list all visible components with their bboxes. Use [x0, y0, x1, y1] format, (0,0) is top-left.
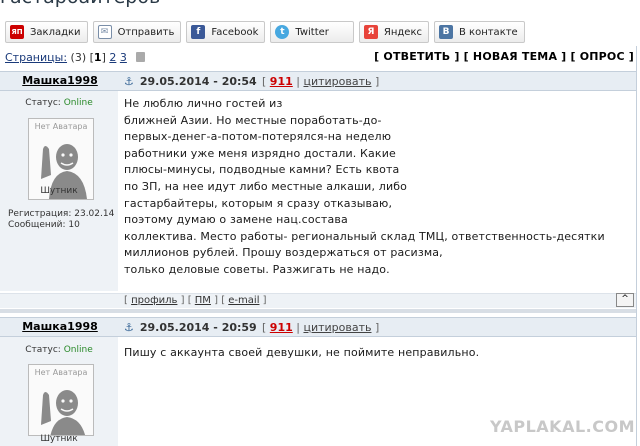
facebook-icon: f — [191, 25, 206, 39]
post-footer-links: [ профиль ] [ ПМ ] [ e-mail ] — [124, 295, 267, 306]
user-registration: Регистрация: 23.02.14 Сообщений: 10 — [8, 209, 115, 230]
post-header: Машка1998 ⚓ 29.05.2014 - 20:54 [ 911 | ци… — [0, 71, 636, 91]
bookmarks-button[interactable]: ЯП Закладки — [5, 21, 88, 43]
username-link[interactable]: Машка1998 — [0, 320, 120, 333]
post-header-links: [ 911 | цитировать ] — [262, 321, 380, 334]
rating-link[interactable]: 911 — [270, 75, 293, 88]
vkontakte-button[interactable]: BВ контакте — [434, 21, 525, 43]
post-footer: [ профиль ] [ ПМ ] [ e-mail ] ^ — [0, 293, 636, 308]
profile-link[interactable]: профиль — [131, 295, 177, 306]
pm-link[interactable]: ПМ — [195, 295, 211, 306]
twitter-icon: t — [275, 25, 290, 39]
scroll-top-button[interactable]: ^ — [616, 293, 634, 307]
vk-icon: B — [439, 25, 453, 39]
right-border — [636, 46, 637, 446]
page-link-3[interactable]: 3 — [120, 51, 127, 64]
avatar: Нет Аватара — [28, 364, 94, 436]
email-link[interactable]: e-mail — [228, 295, 259, 306]
user-status: Статус: Online — [25, 345, 93, 355]
anchor-icon[interactable]: ⚓ — [124, 75, 134, 88]
facebook-button[interactable]: f Facebook — [186, 21, 266, 43]
post-body: Не люблю лично гостей из ближней Азии. Н… — [124, 97, 605, 276]
post-body: Пишу с аккаунта своей девушки, не поймит… — [124, 346, 480, 359]
watermark: YAPLAKAL.COM — [489, 417, 635, 436]
quote-link[interactable]: цитировать — [303, 75, 371, 88]
post-header-links: [ 911 | цитировать ] — [262, 75, 380, 88]
yandex-button[interactable]: Я Яндекс — [358, 21, 429, 43]
pages-label-link[interactable]: Страницы: — [5, 51, 67, 64]
post-date: ⚓ 29.05.2014 - 20:54 — [124, 75, 257, 88]
share-bar: ЯП Закладки ✉ Отправить f Facebook t Twitter… — [5, 21, 525, 45]
mail-icon: ✉ — [97, 25, 112, 39]
quote-link[interactable]: цитировать — [303, 321, 371, 334]
avatar-figure-icon — [41, 390, 86, 435]
page-link-2[interactable]: 2 — [109, 51, 116, 64]
user-status: Статус: Online — [25, 98, 93, 108]
pagination: Страницы: (3) [1] 2 3 — [5, 51, 146, 64]
anchor-icon[interactable]: ⚓ — [124, 321, 134, 334]
pages-total: (3) — [70, 51, 87, 64]
thread-actions[interactable]: [ ОТВЕТИТЬ ] [ НОВАЯ ТЕМА ] [ ОПРОС ] — [374, 50, 634, 63]
user-rank: Шутник — [40, 434, 78, 444]
send-button[interactable]: ✉ Отправить — [92, 21, 182, 43]
yap-icon: ЯП — [10, 25, 24, 39]
thread-title: гастарбайтеров — [0, 0, 160, 8]
username-link[interactable]: Машка1998 — [0, 74, 120, 87]
post-header: Машка1998 ⚓ 29.05.2014 - 20:59 [ 911 | ци… — [0, 317, 636, 337]
yandex-icon: Я — [363, 25, 378, 39]
post-date: ⚓ 29.05.2014 - 20:59 — [124, 321, 257, 334]
trash-icon[interactable] — [136, 52, 146, 62]
page-current: [1] — [89, 51, 106, 64]
post-separator — [0, 309, 636, 313]
twitter-button[interactable]: t Twitter — [270, 21, 354, 43]
user-rank: Шутник — [40, 186, 78, 196]
rating-link[interactable]: 911 — [270, 321, 293, 334]
